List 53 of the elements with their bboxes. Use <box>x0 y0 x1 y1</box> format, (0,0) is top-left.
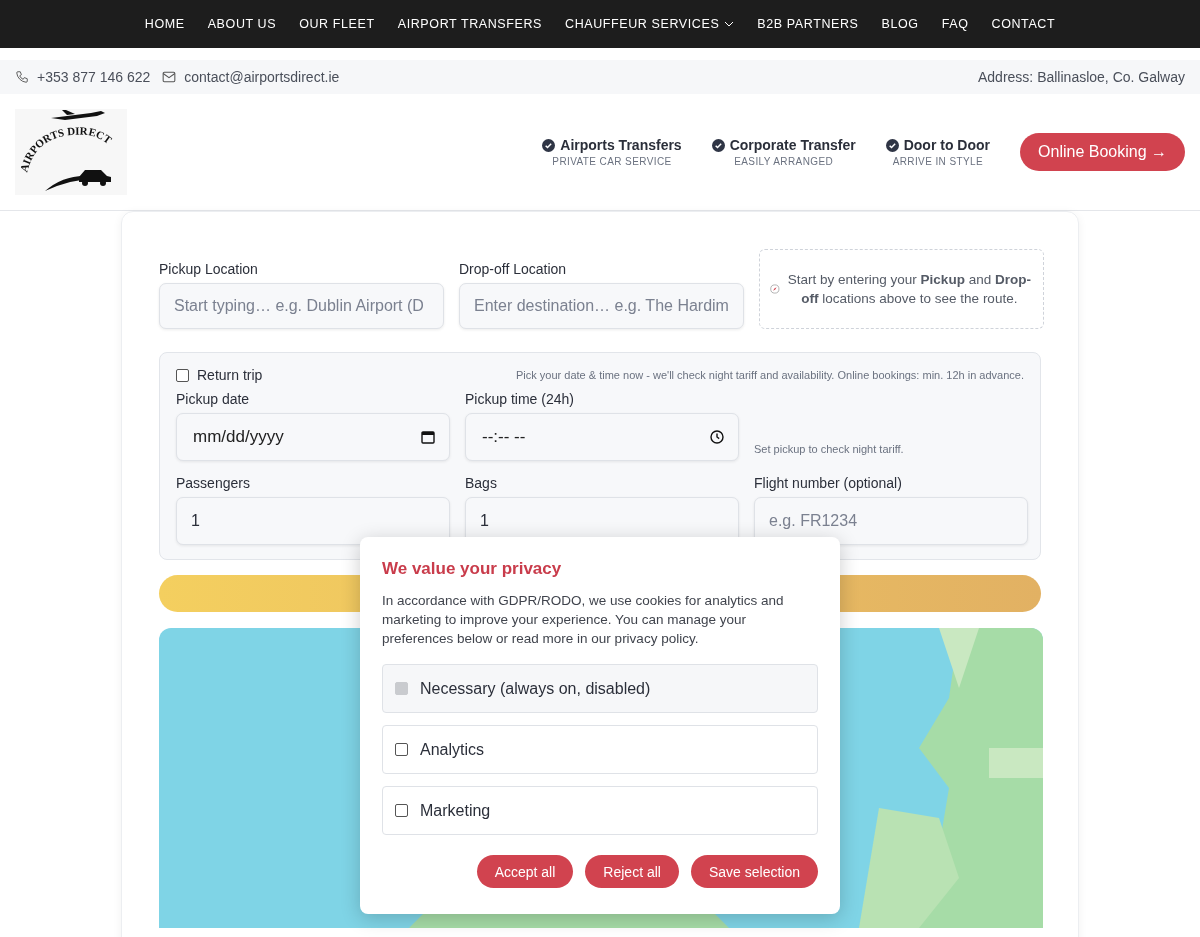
nav-link[interactable]: OUR FLEET <box>299 17 375 31</box>
dialog-text: In accordance with GDPR/RODO, we use cookies for analytics and marketing to improve your experience. You can manage your preferences below or read more in our privacy policy. <box>382 592 785 648</box>
pickup-location-field[interactable]: Start typing… e.g. Dublin Airport (D <box>159 283 444 329</box>
dropoff-location-field[interactable]: Enter destination… e.g. The Hardim <box>459 283 744 329</box>
return-trip-checkbox[interactable] <box>176 368 189 382</box>
envelope-icon <box>162 71 177 83</box>
nav-link[interactable]: B2B PARTNERS <box>757 17 859 31</box>
cookie-option[interactable]: Analytics <box>382 725 818 774</box>
flight-number-field[interactable]: e.g. FR1234 <box>754 497 1028 545</box>
feature-title: Door to Door <box>903 137 991 153</box>
check-circle-icon <box>542 138 556 152</box>
tariff-note: Set pickup to check night tariff. <box>754 443 905 455</box>
passengers-field[interactable]: 1 <box>176 497 450 545</box>
field-label: Drop-off Location <box>459 261 568 277</box>
cookie-button[interactable]: Save selection <box>690 855 818 888</box>
check-circle-icon <box>711 138 725 152</box>
field-label: Pickup date <box>176 391 251 407</box>
return-trip-label: Return trip <box>197 367 263 383</box>
address-text: Address: Ballinasloe, Co. Galway <box>978 69 1185 85</box>
email-address: contact@airportsdirect.ie <box>184 69 340 85</box>
feature-subtitle: EASILY ARRANGED <box>734 156 834 167</box>
field-label: Passengers <box>176 475 251 491</box>
cookie-button[interactable]: Accept all <box>476 855 574 888</box>
checkbox[interactable] <box>395 743 408 756</box>
phone-icon <box>15 70 29 84</box>
clock-icon <box>710 430 724 444</box>
booking-note: Pick your date & time now - we'll check night tariff and availability. Online bookings: min. 12h in advance. <box>516 369 1024 381</box>
feature-subtitle: PRIVATE CAR SERVICE <box>552 156 672 167</box>
field-label: Bags <box>465 475 498 491</box>
dialog-title: We value your privacy <box>382 559 563 579</box>
pickup-date-field[interactable]: mm/dd/yyyy <box>176 413 450 461</box>
pickup-time-field[interactable]: --:-- -- <box>465 413 739 461</box>
route-hint-text: Start by entering your Pickup and Drop-off locations above to see the route. <box>786 271 1032 308</box>
feature-subtitle: ARRIVE IN STYLE <box>892 156 984 167</box>
nav-link[interactable]: FAQ <box>941 17 969 31</box>
cookie-option[interactable]: Marketing <box>382 786 818 835</box>
check-circle-icon <box>885 138 899 152</box>
nav-link[interactable]: AIRPORT TRANSFERS <box>397 17 542 31</box>
nav-link[interactable]: ABOUT US <box>207 17 277 31</box>
feature-title: Airports Transfers <box>560 137 682 153</box>
nav-link[interactable]: CHAUFFEUR SERVICES <box>565 17 735 31</box>
nav-link[interactable]: HOME <box>144 17 185 31</box>
phone-number: +353 877 146 622 <box>37 69 151 85</box>
calendar-icon <box>421 430 435 444</box>
nav-link[interactable]: CONTACT <box>991 17 1056 31</box>
cookie-button[interactable]: Reject all <box>585 855 679 888</box>
feature-title: Corporate Transfer <box>729 137 856 153</box>
field-label: Pickup time (24h) <box>465 391 575 407</box>
checkbox[interactable] <box>395 804 408 817</box>
online-booking-button[interactable]: Online Booking → <box>1020 133 1185 171</box>
field-label: Flight number (optional) <box>754 475 903 491</box>
nav-link[interactable]: BLOG <box>881 17 919 31</box>
field-label: Pickup Location <box>159 261 259 277</box>
